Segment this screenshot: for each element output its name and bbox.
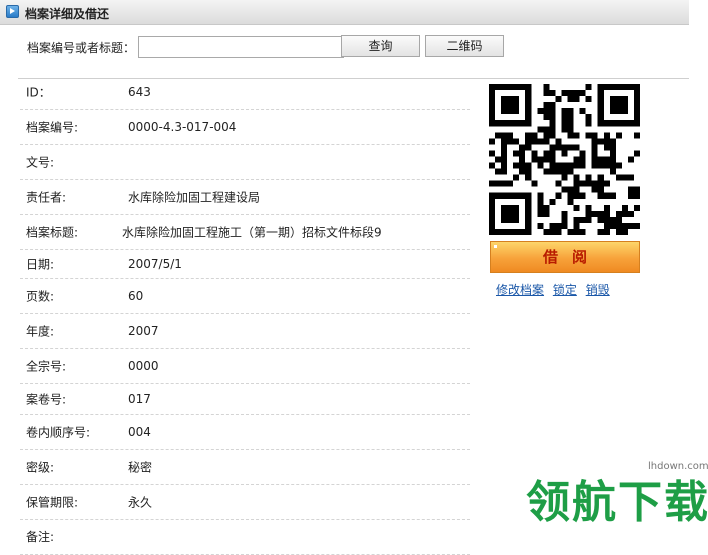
field-value: 水库除险加固工程建设局 <box>128 190 261 205</box>
field-label: 日期: <box>26 257 55 272</box>
field-value: 004 <box>128 425 151 439</box>
field-row-file-number: 案卷号: 017 <box>20 384 470 415</box>
field-row-pages: 页数: 60 <box>20 279 470 314</box>
field-value: 2007/5/1 <box>128 257 182 271</box>
field-label: 文号: <box>26 155 55 170</box>
field-row-id: ID： 643 <box>20 75 470 110</box>
field-row-year: 年度: 2007 <box>20 314 470 349</box>
edit-archive-link[interactable]: 修改档案 <box>496 283 544 297</box>
field-label: 年度: <box>26 324 55 339</box>
field-label: 责任者: <box>26 190 67 205</box>
panel-header: 档案详细及借还 <box>0 0 689 25</box>
field-label: 档案标题: <box>26 225 79 240</box>
field-label: 卷内顺序号: <box>26 425 91 440</box>
search-label: 档案编号或者标题： <box>27 41 136 55</box>
field-label: ID： <box>26 85 51 100</box>
field-row-fonds: 全宗号: 0000 <box>20 349 470 384</box>
field-row-archive-number: 档案编号: 0000-4.3-017-004 <box>20 110 470 145</box>
highlight-dot <box>494 245 497 248</box>
field-value: 永久 <box>128 495 153 510</box>
field-value: 水库除险加固工程施工（第一期）招标文件标段9 <box>122 225 382 240</box>
action-links: 修改档案 锁定 销毁 <box>496 281 615 298</box>
field-row-responsible: 责任者: 水库除险加固工程建设局 <box>20 180 470 215</box>
field-label: 密级: <box>26 460 55 475</box>
field-row-security: 密级: 秘密 <box>20 450 470 485</box>
field-row-retention: 保管期限: 永久 <box>20 485 470 520</box>
field-value: 0000 <box>128 359 159 373</box>
destroy-link[interactable]: 销毁 <box>586 283 610 297</box>
field-row-doc-number: 文号: <box>20 145 470 180</box>
borrow-button[interactable]: 借阅 <box>490 241 640 273</box>
qr-code-image <box>489 84 640 235</box>
field-value: 0000-4.3-017-004 <box>128 120 237 134</box>
search-input[interactable] <box>138 36 344 58</box>
field-label: 备注: <box>26 530 55 544</box>
field-value: 017 <box>128 392 151 406</box>
field-label: 保管期限: <box>26 495 79 510</box>
field-row-remark: 备注: <box>20 520 470 555</box>
qr-code-button[interactable]: 二维码 <box>425 35 504 57</box>
field-value: 643 <box>128 85 151 99</box>
field-row-date: 日期: 2007/5/1 <box>20 250 470 279</box>
field-label: 页数: <box>26 289 55 304</box>
search-button[interactable]: 查询 <box>341 35 420 57</box>
panel-title: 档案详细及借还 <box>25 7 110 21</box>
field-label: 档案编号: <box>26 120 79 135</box>
arrow-right-icon <box>6 5 19 18</box>
lock-link[interactable]: 锁定 <box>553 283 577 297</box>
field-label: 案卷号: <box>26 392 67 407</box>
field-value: 2007 <box>128 324 159 338</box>
field-row-sequence: 卷内顺序号: 004 <box>20 415 470 450</box>
borrow-label: 借阅 <box>542 248 601 266</box>
field-value: 60 <box>128 289 144 303</box>
field-value: 秘密 <box>128 460 153 475</box>
field-row-title: 档案标题: 水库除险加固工程施工（第一期）招标文件标段9 <box>20 215 470 250</box>
watermark-logo: 领航下载 <box>526 477 708 528</box>
field-label: 全宗号: <box>26 359 67 374</box>
